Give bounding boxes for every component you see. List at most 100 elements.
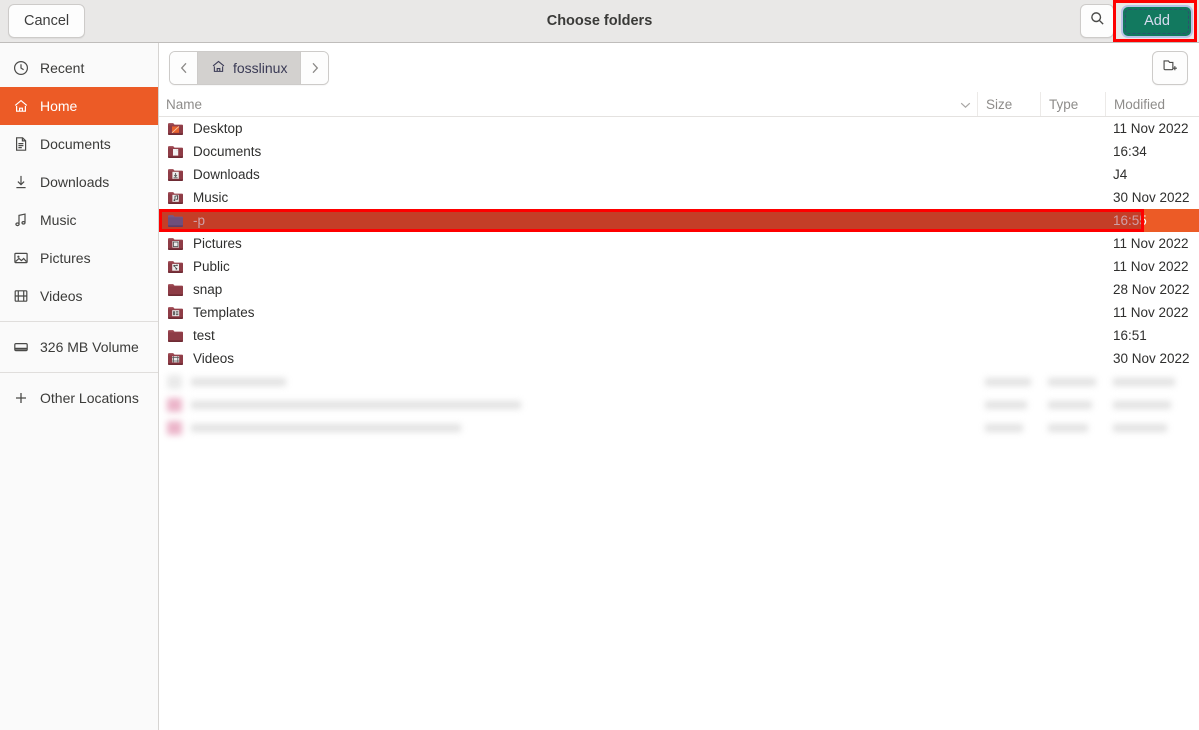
file-list[interactable]: Desktop 11 Nov 2022 Documents 16:34 Download… bbox=[159, 117, 1199, 730]
table-row[interactable]: Documents 16:34 bbox=[159, 140, 1199, 163]
file-name-label: Pictures bbox=[193, 236, 242, 251]
plus-icon bbox=[12, 390, 29, 407]
table-row[interactable]: Videos 30 Nov 2022 bbox=[159, 347, 1199, 370]
sidebar: Recent Home Documents Downloads Music Pi… bbox=[0, 43, 159, 730]
redacted-text-bar bbox=[1048, 400, 1092, 409]
column-header-name[interactable]: Name bbox=[159, 92, 954, 116]
column-header-size[interactable]: Size bbox=[977, 92, 1040, 116]
file-name-cell: Public bbox=[159, 259, 954, 274]
column-header-type[interactable]: Type bbox=[1040, 92, 1105, 116]
redacted-row[interactable] bbox=[159, 370, 1199, 393]
sort-indicator[interactable] bbox=[954, 92, 977, 116]
sidebar-separator-1 bbox=[0, 321, 158, 322]
sidebar-item-videos[interactable]: Videos bbox=[0, 277, 158, 315]
file-modified-cell: 30 Nov 2022 bbox=[1113, 351, 1190, 366]
cancel-button[interactable]: Cancel bbox=[8, 4, 86, 38]
home-icon bbox=[12, 98, 29, 115]
redacted-icon bbox=[167, 397, 182, 412]
folder-downloads-icon bbox=[167, 167, 184, 182]
redacted-cell bbox=[1040, 400, 1105, 409]
sidebar-item-pictures[interactable]: Pictures bbox=[0, 239, 158, 277]
sidebar-item-recent[interactable]: Recent bbox=[0, 49, 158, 87]
redacted-row[interactable] bbox=[159, 393, 1199, 416]
sidebar-item-documents[interactable]: Documents bbox=[0, 125, 158, 163]
file-chooser-window: Cancel Choose folders Add Recent Home Do… bbox=[0, 0, 1199, 730]
file-name-label: Desktop bbox=[193, 121, 243, 136]
file-modified-cell: 30 Nov 2022 bbox=[1113, 190, 1190, 205]
table-row[interactable]: -p 16:55 bbox=[159, 209, 1199, 232]
file-name-label: Videos bbox=[193, 351, 235, 366]
download-icon bbox=[12, 174, 29, 191]
search-button[interactable] bbox=[1080, 4, 1114, 38]
column-header-modified-label: Modified bbox=[1114, 96, 1166, 112]
new-folder-icon bbox=[1162, 57, 1179, 79]
music-note-icon bbox=[12, 212, 29, 229]
table-row[interactable]: Downloads J4 bbox=[159, 163, 1199, 186]
table-row[interactable]: Desktop 11 Nov 2022 bbox=[159, 117, 1199, 140]
header-right-group: Add bbox=[1080, 4, 1199, 38]
file-name-cell: Videos bbox=[159, 351, 954, 366]
redacted-cell bbox=[977, 423, 1040, 432]
file-name-label: Public bbox=[193, 259, 230, 274]
breadcrumb-forward-button[interactable] bbox=[301, 51, 329, 84]
breadcrumb-label: fosslinux bbox=[233, 59, 288, 76]
breadcrumb-item-fosslinux[interactable]: fosslinux bbox=[197, 51, 302, 84]
redacted-text-bar bbox=[1048, 423, 1088, 432]
breadcrumb-back-button[interactable] bbox=[170, 51, 197, 84]
sidebar-item-music[interactable]: Music bbox=[0, 201, 158, 239]
redacted-name-cell bbox=[159, 374, 954, 389]
file-name-cell: Music bbox=[159, 190, 954, 205]
path-bar-row: fosslinux bbox=[159, 43, 1199, 92]
document-icon bbox=[12, 136, 29, 153]
table-row[interactable]: Pictures 11 Nov 2022 bbox=[159, 232, 1199, 255]
sidebar-item-volume[interactable]: 326 MB Volume bbox=[0, 328, 158, 366]
file-modified-cell: 28 Nov 2022 bbox=[1113, 282, 1190, 297]
cancel-button-label: Cancel bbox=[24, 13, 70, 29]
sidebar-item-label: Pictures bbox=[40, 250, 91, 266]
redacted-row[interactable] bbox=[159, 416, 1199, 439]
redacted-icon bbox=[167, 420, 182, 435]
redacted-text-bar bbox=[985, 423, 1023, 432]
table-row[interactable]: Public 11 Nov 2022 bbox=[159, 255, 1199, 278]
sidebar-item-label: Documents bbox=[40, 136, 111, 152]
sidebar-item-label: 326 MB Volume bbox=[40, 339, 139, 355]
folder-icon bbox=[167, 282, 184, 297]
sidebar-item-home[interactable]: Home bbox=[0, 87, 158, 125]
breadcrumb: fosslinux bbox=[169, 50, 330, 85]
redacted-text-bar bbox=[1048, 377, 1096, 386]
sidebar-item-label: Downloads bbox=[40, 174, 110, 190]
sidebar-item-label: Home bbox=[40, 98, 78, 114]
add-button[interactable]: Add bbox=[1121, 4, 1193, 38]
redacted-cell bbox=[1105, 423, 1199, 432]
redacted-cell bbox=[1105, 400, 1199, 409]
redacted-text-bar bbox=[191, 400, 521, 409]
file-modified-cell: 16:34 bbox=[1113, 144, 1147, 159]
sidebar-item-other-locations[interactable]: Other Locations bbox=[0, 379, 158, 417]
table-row[interactable]: Music 30 Nov 2022 bbox=[159, 186, 1199, 209]
header-left-group: Cancel bbox=[0, 4, 86, 38]
folder-blue-icon bbox=[167, 213, 184, 228]
table-row[interactable]: Templates 11 Nov 2022 bbox=[159, 301, 1199, 324]
sidebar-item-label: Videos bbox=[40, 288, 83, 304]
column-header-modified[interactable]: Modified bbox=[1105, 92, 1199, 116]
redacted-cell bbox=[1105, 377, 1199, 386]
file-name-cell: -p bbox=[159, 213, 954, 228]
file-name-label: Templates bbox=[193, 305, 255, 320]
redacted-name-cell bbox=[159, 397, 954, 412]
sidebar-separator-2 bbox=[0, 372, 158, 373]
folder-music-icon bbox=[167, 190, 184, 205]
table-row[interactable]: test 16:51 bbox=[159, 324, 1199, 347]
folder-public-icon bbox=[167, 259, 184, 274]
new-folder-button[interactable] bbox=[1152, 50, 1188, 85]
column-header-size-label: Size bbox=[986, 96, 1013, 112]
redacted-text-bar bbox=[1113, 400, 1171, 409]
sidebar-item-downloads[interactable]: Downloads bbox=[0, 163, 158, 201]
window-body: Recent Home Documents Downloads Music Pi… bbox=[0, 43, 1199, 730]
folder-videos-icon bbox=[167, 351, 184, 366]
chevron-down-icon bbox=[960, 97, 971, 112]
folder-templates-icon bbox=[167, 305, 184, 320]
sidebar-item-label: Other Locations bbox=[40, 390, 139, 406]
picture-icon bbox=[12, 250, 29, 267]
table-row[interactable]: snap 28 Nov 2022 bbox=[159, 278, 1199, 301]
search-icon bbox=[1090, 11, 1105, 31]
